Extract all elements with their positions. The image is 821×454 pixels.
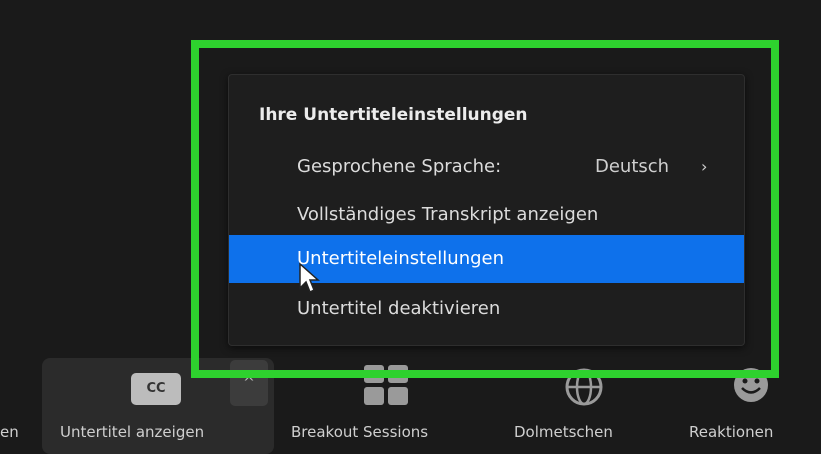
breakout-sessions-button-label[interactable]: Breakout Sessions bbox=[291, 423, 428, 441]
toolbar-partial-label: en bbox=[0, 423, 19, 441]
reactions-button-label[interactable]: Reaktionen bbox=[689, 423, 773, 441]
highlight-box bbox=[191, 40, 779, 378]
show-captions-button-label[interactable]: Untertitel anzeigen bbox=[60, 423, 204, 441]
interpretation-button-label[interactable]: Dolmetschen bbox=[514, 423, 613, 441]
cc-icon[interactable]: CC bbox=[131, 373, 181, 405]
